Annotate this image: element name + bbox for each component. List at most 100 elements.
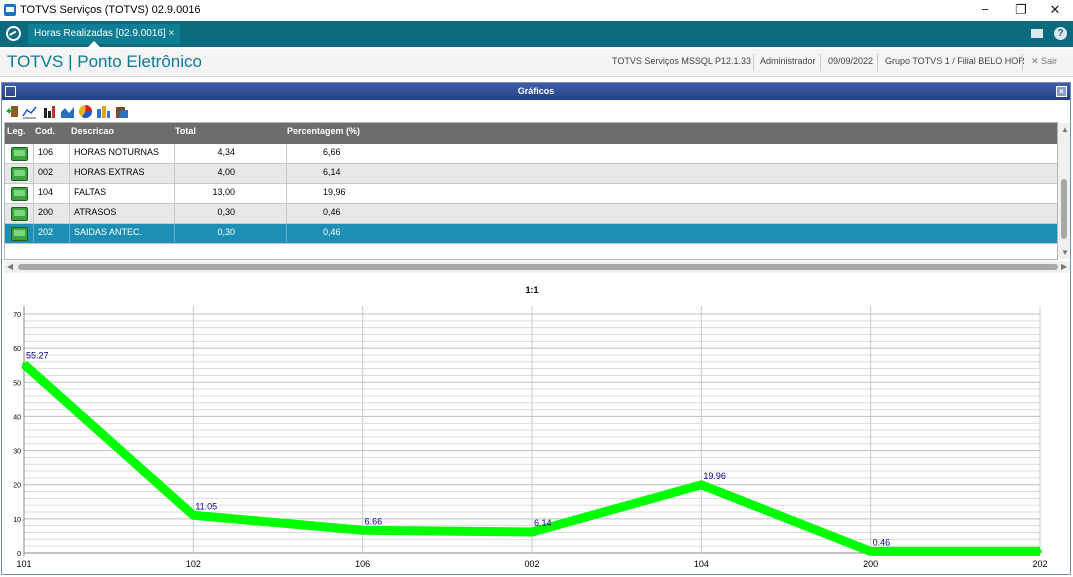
header-separator	[753, 54, 754, 71]
cell-divider	[69, 144, 70, 164]
y-tick-label: 60	[13, 346, 21, 353]
area-chart-icon[interactable]	[60, 104, 75, 119]
scroll-up-icon[interactable]: ▲	[1061, 125, 1069, 134]
cell-divider	[174, 144, 175, 164]
line-chart: 1:1 0 10 20 30 40 50 60 70 101 102 106 002 104 200 202 5…	[13, 285, 1047, 569]
table-row[interactable]: 002 HORAS EXTRAS 4,00 6,14	[5, 164, 1057, 184]
bar-chart-icon[interactable]	[42, 104, 57, 119]
data-point	[22, 362, 26, 367]
grid-vertical-scrollbar[interactable]: ▲ ▼	[1058, 123, 1070, 259]
exit-icon[interactable]	[5, 104, 20, 119]
cell-divider	[174, 204, 175, 224]
col-cod[interactable]: Cod.	[35, 126, 55, 136]
app-brand-title: TOTVS | Ponto Eletrônico	[7, 52, 202, 71]
cell-divider	[286, 224, 287, 244]
data-label: 55.27	[26, 350, 49, 360]
table-row[interactable]: 106 HORAS NOTURNAS 4,34 6,66	[5, 144, 1057, 164]
x-tick-label: 101	[16, 559, 31, 569]
cell-divider	[33, 184, 34, 204]
col-total[interactable]: Total	[175, 126, 196, 136]
cell-divider	[286, 144, 287, 164]
app-header: TOTVS | Ponto Eletrônico TOTVS Serviços …	[0, 49, 1073, 77]
x-tick-label: 104	[694, 559, 709, 569]
print-icon[interactable]	[114, 104, 129, 119]
cell-divider	[33, 204, 34, 224]
cell-descricao: FALTAS	[74, 187, 107, 197]
cell-cod: 106	[38, 147, 54, 157]
data-label: 6.66	[365, 516, 383, 526]
cell-divider	[174, 164, 175, 184]
cell-divider	[286, 164, 287, 184]
mail-icon[interactable]	[1031, 29, 1043, 38]
cell-divider	[69, 164, 70, 184]
cell-divider	[33, 164, 34, 184]
col-descricao[interactable]: Descricao	[71, 126, 114, 136]
data-label: 19.96	[703, 471, 726, 481]
cell-descricao: HORAS EXTRAS	[74, 167, 145, 177]
window-title: TOTVS Serviços (TOTVS) 02.9.0016	[20, 4, 201, 16]
legend-icon	[11, 167, 28, 181]
y-tick-label: 40	[13, 414, 21, 421]
cell-cod: 104	[38, 187, 54, 197]
col-percentagem[interactable]: Percentagem (%)	[287, 126, 360, 136]
minimize-button[interactable]: −	[967, 0, 1003, 21]
data-point	[1038, 549, 1042, 554]
bar-3d-icon[interactable]	[96, 104, 111, 119]
cell-divider	[33, 144, 34, 164]
data-point	[699, 482, 704, 487]
cell-cod: 202	[38, 227, 54, 237]
help-icon[interactable]: ?	[1054, 27, 1067, 40]
cell-total: 4,34	[217, 147, 235, 157]
tab-horas-realizadas[interactable]: Horas Realizadas [02.9.0016] ×	[28, 24, 181, 44]
title-bar: TOTVS Serviços (TOTVS) 02.9.0016 − ❐ ✕	[0, 0, 1073, 21]
cell-descricao: ATRASOS	[74, 207, 117, 217]
legend-icon	[11, 207, 28, 221]
restore-button[interactable]: ❐	[1003, 0, 1039, 21]
cell-divider	[174, 184, 175, 204]
pie-chart-icon[interactable]	[78, 104, 93, 119]
table-row[interactable]: 104 FALTAS 13,00 19,96	[5, 184, 1057, 204]
data-point	[360, 528, 365, 533]
data-point	[530, 530, 534, 535]
table-row-selected[interactable]: 202 SAIDAS ANTEC. 0,30 0,46	[5, 224, 1057, 244]
chart-title: 1:1	[525, 285, 538, 295]
line-chart-icon[interactable]	[22, 104, 37, 119]
legend-icon	[11, 187, 28, 201]
cell-percentagem: 0,46	[323, 207, 341, 217]
dialog-title-bar: Gráficos ×	[2, 83, 1070, 100]
col-leg[interactable]: Leg.	[7, 126, 26, 136]
vertical-scroll-thumb[interactable]	[1061, 179, 1067, 239]
charts-dialog: Gráficos × Leg. Cod. Descricao Total Per…	[1, 82, 1071, 575]
grid-horizontal-scrollbar[interactable]: ◀ ▶	[4, 261, 1070, 273]
exit-button[interactable]: ✕ Sair	[1031, 56, 1057, 67]
scroll-right-icon[interactable]: ▶	[1061, 262, 1067, 271]
x-tick-label: 106	[355, 559, 370, 569]
x-tick-label: 202	[1032, 559, 1047, 569]
dialog-close-button[interactable]: ×	[1056, 86, 1067, 97]
header-separator	[820, 54, 821, 71]
cell-total: 4,00	[217, 167, 235, 177]
table-row[interactable]: 200 ATRASOS 0,30 0,46	[5, 204, 1057, 224]
cell-divider	[69, 184, 70, 204]
scroll-down-icon[interactable]: ▼	[1061, 248, 1069, 257]
scroll-left-icon[interactable]: ◀	[7, 262, 13, 271]
cell-total: 0,30	[217, 207, 235, 217]
legend-icon	[11, 147, 28, 161]
cell-percentagem: 6,66	[323, 147, 341, 157]
cell-total: 0,30	[217, 227, 235, 237]
horizontal-scroll-thumb[interactable]	[18, 264, 1058, 270]
tab-bar: Horas Realizadas [02.9.0016] × ?	[0, 21, 1073, 47]
cell-divider	[33, 224, 34, 244]
date-info: 09/09/2022	[828, 56, 874, 66]
main-menu-icon[interactable]	[6, 26, 21, 41]
environment-info: TOTVS Serviços MSSQL P12.1.33	[612, 56, 752, 66]
dialog-icon	[5, 86, 16, 97]
close-window-button[interactable]: ✕	[1037, 0, 1073, 21]
data-grid: Leg. Cod. Descricao Total Percentagem (%…	[4, 122, 1058, 260]
cell-divider	[174, 224, 175, 244]
data-point	[191, 513, 196, 518]
cell-divider	[69, 204, 70, 224]
cell-percentagem: 0,46	[323, 227, 341, 237]
data-label: 6.14	[534, 518, 552, 528]
dialog-title: Gráficos	[517, 86, 555, 96]
